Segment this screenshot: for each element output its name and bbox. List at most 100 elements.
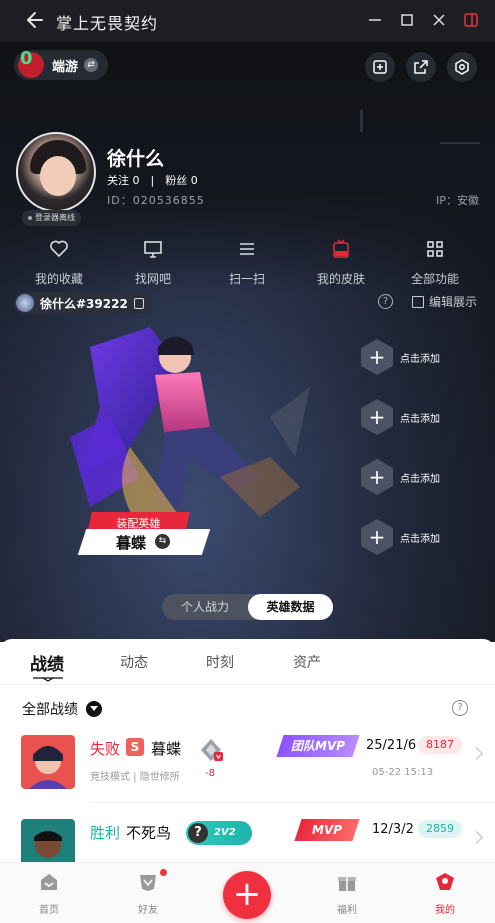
sidebar-toggle-icon[interactable] bbox=[462, 11, 480, 29]
heart-icon bbox=[50, 240, 68, 258]
hero-slot-label: 点击添加 bbox=[400, 533, 440, 545]
showcase-segment: 个人战力 英雄数据 bbox=[162, 594, 333, 620]
create-post-button[interactable]: + bbox=[223, 871, 271, 919]
hero-slot-2[interactable]: + 点击添加 bbox=[361, 399, 481, 435]
quick-actions: 我的收藏 找网吧 扫一扫 我的皮肤 全部功能 bbox=[0, 238, 495, 288]
quick-action-skins[interactable]: 我的皮肤 bbox=[296, 238, 386, 287]
window-title: 掌上无畏契约 bbox=[56, 14, 159, 33]
tab-feed[interactable]: 动态 bbox=[120, 652, 148, 672]
record-hero-name: 暮蝶 bbox=[151, 740, 182, 758]
quick-action-label: 我的收藏 bbox=[34, 272, 83, 286]
record-row[interactable]: 失败 S 暮蝶 竞技模式 | 隐世修所 -8 团队MVP 25/21/6 818… bbox=[0, 735, 495, 815]
quick-action-favorites[interactable]: 我的收藏 bbox=[14, 238, 104, 287]
records-help-icon[interactable]: ? bbox=[452, 700, 468, 716]
maximize-icon[interactable] bbox=[398, 11, 416, 29]
window-titlebar: 掌上无畏契约 bbox=[0, 0, 495, 42]
records-filter-label: 全部战绩 bbox=[22, 702, 78, 718]
hero-portrait-art bbox=[21, 735, 75, 789]
tab-moments[interactable]: 时刻 bbox=[206, 652, 234, 672]
close-icon[interactable] bbox=[430, 11, 448, 29]
divider bbox=[90, 802, 495, 803]
player-tag-text: 徐什么#39222 bbox=[40, 296, 128, 311]
nav-label: 福利 bbox=[337, 905, 357, 916]
game-switcher[interactable]: 0 端游 ⇄ bbox=[14, 48, 109, 80]
hero-slot-1[interactable]: + 点击添加 bbox=[361, 339, 481, 375]
hero-slot-3[interactable]: + 点击添加 bbox=[361, 459, 481, 495]
avatar-face bbox=[40, 156, 76, 196]
chevron-right-icon bbox=[470, 747, 483, 760]
quick-action-find-cafe[interactable]: 找网吧 bbox=[108, 238, 198, 287]
help-icon[interactable]: ? bbox=[378, 294, 393, 309]
profile-icon bbox=[436, 873, 454, 890]
equipped-hero-badge: 装配英雄 bbox=[88, 512, 190, 530]
skin-icon bbox=[333, 239, 349, 258]
hero-slot-label: 点击添加 bbox=[400, 353, 440, 365]
game-logo-icon: 0 bbox=[18, 48, 44, 78]
share-button[interactable] bbox=[406, 52, 436, 82]
records-filter[interactable]: 全部战绩 bbox=[22, 699, 102, 719]
segment-hero-data[interactable]: 英雄数据 bbox=[248, 594, 333, 620]
mvp-badge: MVP bbox=[294, 819, 360, 841]
nav-label: 好友 bbox=[138, 905, 158, 916]
quick-action-label: 扫一扫 bbox=[228, 272, 265, 286]
nav-friends[interactable]: 好友 bbox=[118, 871, 178, 916]
player-avatar bbox=[16, 294, 34, 312]
quick-action-all[interactable]: 全部功能 bbox=[390, 238, 480, 287]
record-kda: 25/21/6 bbox=[366, 738, 417, 753]
quick-action-scan[interactable]: 扫一扫 bbox=[202, 238, 292, 287]
record-result: 失败 bbox=[90, 740, 121, 758]
add-post-button[interactable] bbox=[365, 52, 395, 82]
content-tabs: 战绩 动态 时刻 资产 bbox=[0, 639, 495, 685]
chevron-right-icon bbox=[470, 831, 483, 844]
swap-hero-icon[interactable]: ⇆ bbox=[155, 534, 170, 549]
nav-profile[interactable]: 我的 bbox=[415, 871, 475, 916]
settings-button[interactable] bbox=[447, 52, 477, 82]
share-icon bbox=[414, 60, 428, 74]
quick-action-label: 找网吧 bbox=[134, 272, 171, 286]
follow-stats[interactable]: 关注 0 | 粉丝 0 bbox=[107, 172, 198, 188]
mvp-label: MVP bbox=[311, 823, 343, 837]
avatar[interactable] bbox=[16, 132, 96, 212]
add-icon: + bbox=[361, 459, 393, 495]
record-result: 胜利 bbox=[90, 824, 121, 842]
hero-slot-4[interactable]: + 点击添加 bbox=[361, 519, 481, 555]
edit-showcase-button[interactable]: 编辑展示 bbox=[412, 293, 477, 310]
copy-icon[interactable] bbox=[133, 297, 144, 309]
game-switcher-label: 端游 bbox=[52, 59, 79, 75]
mvp-badge: 团队MVP bbox=[276, 735, 360, 757]
segment-power[interactable]: 个人战力 bbox=[162, 594, 248, 620]
nav-label: 我的 bbox=[435, 905, 455, 916]
nav-label: 首页 bbox=[39, 905, 59, 916]
add-post-icon bbox=[373, 60, 387, 74]
mode-badge-label: 2V2 bbox=[214, 827, 236, 838]
back-arrow-icon[interactable] bbox=[24, 10, 44, 30]
tab-assets[interactable]: 资产 bbox=[293, 652, 321, 672]
decor-line bbox=[360, 110, 363, 132]
tab-records[interactable]: 战绩 bbox=[30, 650, 64, 675]
record-hero-name: 不死鸟 bbox=[126, 824, 172, 842]
friends-icon bbox=[140, 875, 156, 891]
monitor-icon bbox=[144, 241, 162, 258]
unknown-mode-icon: ? bbox=[188, 823, 208, 843]
user-name: 徐什么 bbox=[107, 148, 165, 170]
minimize-icon[interactable] bbox=[366, 11, 384, 29]
tab-indicator bbox=[33, 677, 63, 682]
player-tag[interactable]: 徐什么#39222 bbox=[14, 292, 152, 314]
nav-home[interactable]: 首页 bbox=[19, 871, 79, 916]
records-sheet: 战绩 动态 时刻 资产 全部战绩 ? 失败 S 暮蝶 竞技模式 | 隐世修所 -… bbox=[0, 639, 495, 873]
record-score: 8187 bbox=[418, 736, 462, 754]
rank-emblem-icon bbox=[201, 739, 223, 761]
notification-dot bbox=[160, 869, 167, 876]
quick-action-label: 我的皮肤 bbox=[316, 272, 365, 286]
add-icon: + bbox=[361, 339, 393, 375]
add-icon: + bbox=[361, 399, 393, 435]
ip-location: IP：安徽 bbox=[436, 194, 479, 207]
decor-line bbox=[440, 142, 480, 144]
scan-icon bbox=[240, 243, 254, 255]
rank-tag: S bbox=[126, 738, 144, 756]
nav-benefits[interactable]: 福利 bbox=[317, 871, 377, 916]
record-score: 2859 bbox=[418, 820, 462, 838]
hero-slot-label: 点击添加 bbox=[400, 413, 440, 425]
bottom-nav: 首页 好友 + 福利 我的 bbox=[0, 862, 495, 923]
status-badge: 登录器离线 bbox=[22, 210, 81, 226]
